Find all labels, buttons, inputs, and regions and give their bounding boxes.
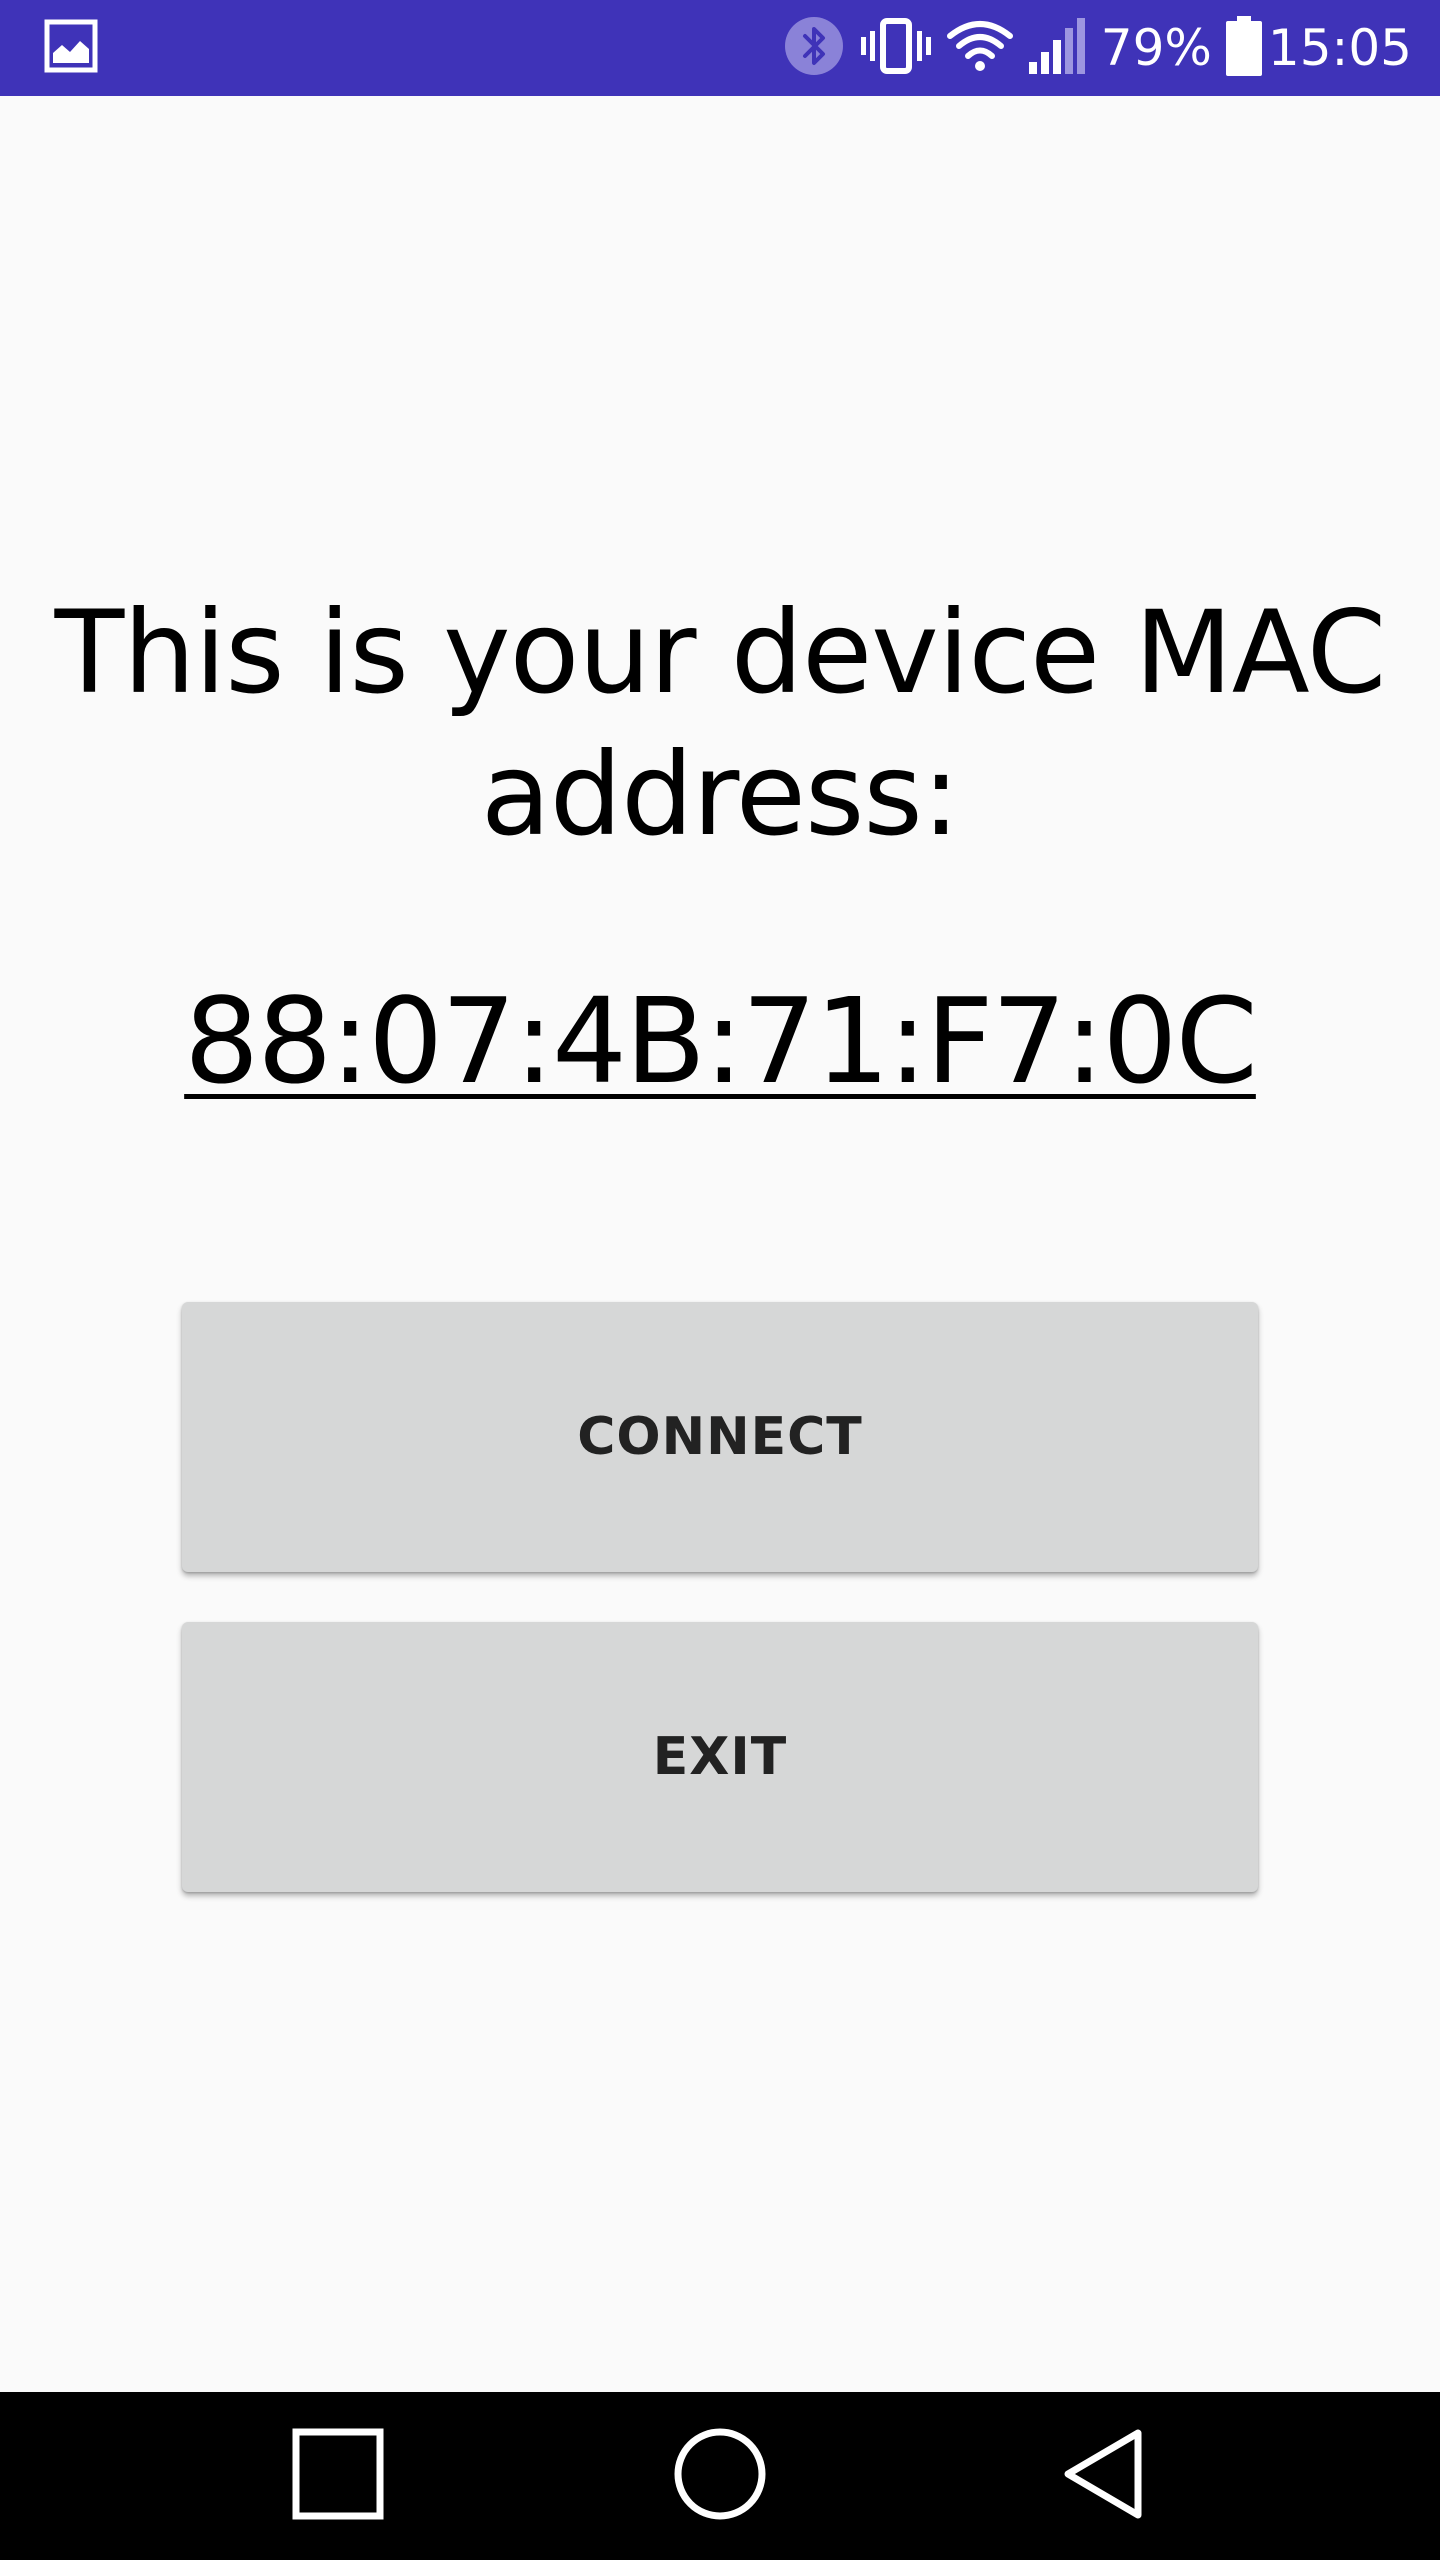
back-triangle-icon: [1060, 2427, 1144, 2525]
wifi-icon: [946, 18, 1013, 78]
bluetooth-icon: [783, 15, 845, 81]
page-title: This is your device MAC address:: [54, 586, 1387, 861]
back-button[interactable]: [1002, 2392, 1202, 2560]
cell-signal-icon: [1027, 16, 1087, 80]
battery-percent: 79%: [1100, 19, 1212, 77]
status-bar: 79% 15:05: [0, 0, 1440, 96]
image-notification-icon: [44, 19, 98, 77]
clock: 15:05: [1267, 19, 1412, 77]
mac-address: 88:07:4B:71:F7:0C: [184, 972, 1258, 1110]
status-bar-right: 79% 15:05: [769, 0, 1412, 96]
recents-button[interactable]: [238, 2392, 438, 2560]
status-bar-left: [44, 19, 98, 77]
recents-square-icon: [292, 2428, 384, 2524]
home-circle-icon: [673, 2427, 767, 2525]
connect-button[interactable]: CONNECT: [182, 1302, 1258, 1572]
navigation-bar: [0, 2392, 1440, 2560]
battery-icon: [1225, 16, 1262, 80]
exit-button[interactable]: EXIT: [182, 1622, 1258, 1892]
vibrate-icon: [859, 15, 933, 81]
main-content: This is your device MAC address: 88:07:4…: [0, 96, 1440, 2392]
home-button[interactable]: [620, 2392, 820, 2560]
